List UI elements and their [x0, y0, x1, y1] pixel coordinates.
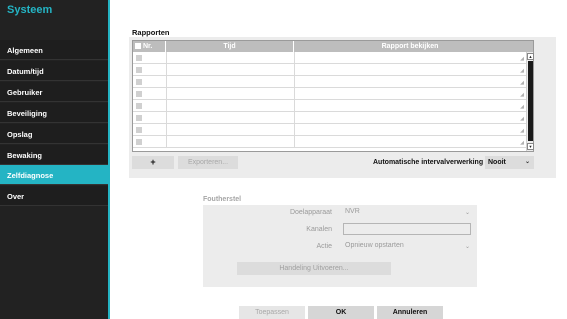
table-row[interactable]: ◢	[133, 88, 526, 100]
resize-grip-icon: ◢	[520, 116, 524, 122]
device-value: NVR	[345, 208, 360, 215]
auto-interval-select[interactable]: Nooit ⌄	[485, 156, 534, 169]
action-select[interactable]: Opnieuw opstarten	[343, 240, 471, 252]
add-button[interactable]: +	[132, 156, 174, 169]
action-value: Opnieuw opstarten	[345, 242, 404, 249]
chevron-down-icon: ⌄	[465, 210, 471, 216]
resize-grip-icon: ◢	[520, 104, 524, 110]
table-row[interactable]: ◢	[133, 100, 526, 112]
column-header-tijd[interactable]: Tijd	[166, 41, 294, 52]
sidebar-item-beveiliging[interactable]: Beveiliging	[0, 103, 108, 123]
resize-grip-icon: ◢	[520, 92, 524, 98]
table-row[interactable]: ◢	[133, 136, 526, 148]
reports-section-title: Rapporten	[132, 28, 170, 37]
run-action-button[interactable]: Handeling Uitvoeren...	[237, 262, 391, 275]
column-header-rapport[interactable]: Rapport bekijken	[294, 41, 526, 52]
row-checkbox[interactable]	[136, 139, 142, 145]
row-checkbox[interactable]	[136, 103, 142, 109]
resize-grip-icon: ◢	[520, 68, 524, 74]
action-label: Actie	[316, 243, 332, 250]
resize-grip-icon: ◢	[520, 80, 524, 86]
row-checkbox[interactable]	[136, 55, 142, 61]
resize-grip-icon: ◢	[520, 128, 524, 134]
device-select[interactable]: NVR	[343, 206, 471, 218]
sidebar-item-opslag[interactable]: Opslag	[0, 124, 108, 144]
scroll-down-icon[interactable]: ▼	[527, 143, 534, 150]
resize-grip-icon: ◢	[520, 140, 524, 146]
table-row[interactable]: ◢	[133, 64, 526, 76]
row-checkbox[interactable]	[136, 127, 142, 133]
table-row[interactable]: ◢	[133, 52, 526, 64]
sidebar-item-over[interactable]: Over	[0, 186, 108, 206]
cancel-button[interactable]: Annuleren	[377, 306, 443, 319]
sidebar-item-gebruiker[interactable]: Gebruiker	[0, 82, 108, 102]
auto-interval-label: Automatische intervalverwerking	[373, 159, 484, 166]
channels-label: Kanalen	[306, 226, 332, 233]
sidebar-item-zelfdiagnose[interactable]: Zelfdiagnose	[0, 165, 108, 185]
scrollbar-thumb[interactable]	[528, 61, 533, 141]
row-checkbox[interactable]	[136, 91, 142, 97]
row-checkbox[interactable]	[136, 67, 142, 73]
sidebar-title: Systeem	[7, 4, 53, 16]
chevron-down-icon: ⌄	[465, 244, 471, 250]
reports-table: Nr. Tijd Rapport bekijken ◢ ◢ ◢ ◢ ◢ ◢ ◢ …	[132, 40, 534, 152]
select-all-checkbox[interactable]	[135, 43, 141, 49]
row-checkbox[interactable]	[136, 79, 142, 85]
table-scrollbar[interactable]: ▲ ▼	[526, 52, 534, 151]
scroll-up-icon[interactable]: ▲	[527, 53, 534, 60]
sidebar: Systeem Algemeen Datum/tijd Gebruiker Be…	[0, 0, 110, 319]
sidebar-item-datum-tijd[interactable]: Datum/tijd	[0, 61, 108, 81]
ok-button[interactable]: OK	[308, 306, 374, 319]
sidebar-item-bewaking[interactable]: Bewaking	[0, 145, 108, 165]
reports-table-header: Nr. Tijd Rapport bekijken	[133, 41, 533, 52]
device-label: Doelapparaat	[289, 209, 332, 216]
sidebar-item-algemeen[interactable]: Algemeen	[0, 40, 108, 60]
export-button[interactable]: Exporteren...	[178, 156, 238, 169]
main-content: Rapporten Nr. Tijd Rapport bekijken ◢ ◢ …	[111, 0, 567, 319]
channels-input[interactable]	[343, 223, 471, 235]
apply-button[interactable]: Toepassen	[239, 306, 305, 319]
row-checkbox[interactable]	[136, 115, 142, 121]
fault-recovery-title: Foutherstel	[203, 196, 242, 203]
table-row[interactable]: ◢	[133, 76, 526, 88]
table-row[interactable]: ◢	[133, 112, 526, 124]
resize-grip-icon: ◢	[520, 56, 524, 62]
chevron-down-icon: ⌄	[524, 159, 530, 165]
auto-interval-value: Nooit	[488, 159, 506, 166]
column-header-nr[interactable]: Nr.	[133, 41, 166, 52]
table-row[interactable]: ◢	[133, 124, 526, 136]
